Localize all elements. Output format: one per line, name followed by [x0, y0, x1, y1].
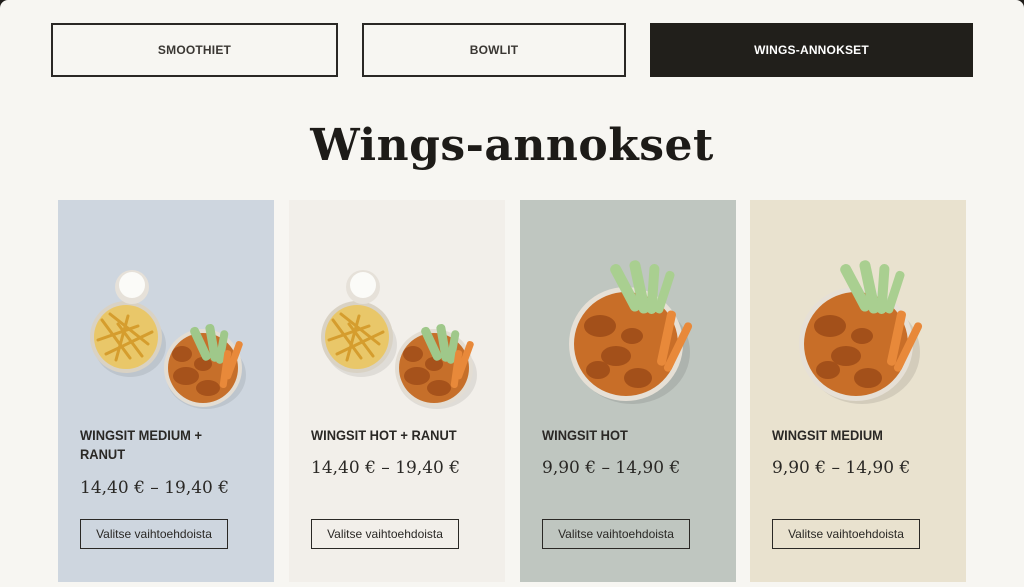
product-price: 9,90 € – 14,90 €	[542, 458, 681, 478]
select-options-button[interactable]: Valitse vaihtoehdoista	[311, 519, 459, 549]
select-options-button[interactable]: Valitse vaihtoehdoista	[542, 519, 690, 549]
product-card[interactable]: WINGSIT HOT + RANUT 14,40 € – 19,40 € Va…	[289, 200, 505, 582]
fries-and-wings-image[interactable]	[58, 240, 274, 440]
page: SMOOTHIET BOWLIT WINGS-ANNOKSET Wings-an…	[0, 0, 1024, 587]
select-options-button[interactable]: Valitse vaihtoehdoista	[772, 519, 920, 549]
product-name[interactable]: WINGSIT MEDIUM	[772, 426, 938, 445]
wings-bowl-image[interactable]	[520, 240, 736, 440]
fries-and-wings-image[interactable]	[289, 240, 505, 440]
product-card[interactable]: WINGSIT HOT 9,90 € – 14,90 € Valitse vai…	[520, 200, 736, 582]
product-card[interactable]: WINGSIT MEDIUM + RANUT 14,40 € – 19,40 €…	[58, 200, 274, 582]
product-name[interactable]: WINGSIT HOT	[542, 426, 708, 445]
product-card[interactable]: WINGSIT MEDIUM 9,90 € – 14,90 € Valitse …	[750, 200, 966, 582]
product-price: 9,90 € – 14,90 €	[772, 458, 911, 478]
select-options-button[interactable]: Valitse vaihtoehdoista	[80, 519, 228, 549]
product-name[interactable]: WINGSIT MEDIUM + RANUT	[80, 426, 246, 464]
product-price: 14,40 € – 19,40 €	[311, 458, 461, 478]
tab-smoothiet[interactable]: SMOOTHIET	[51, 23, 338, 77]
tab-wings-annokset[interactable]: WINGS-ANNOKSET	[650, 23, 973, 77]
wings-bowl-image[interactable]	[750, 240, 966, 440]
product-name[interactable]: WINGSIT HOT + RANUT	[311, 426, 477, 445]
product-price: 14,40 € – 19,40 €	[80, 478, 230, 498]
section-title: Wings-annokset	[310, 120, 714, 171]
tab-bowlit[interactable]: BOWLIT	[362, 23, 626, 77]
